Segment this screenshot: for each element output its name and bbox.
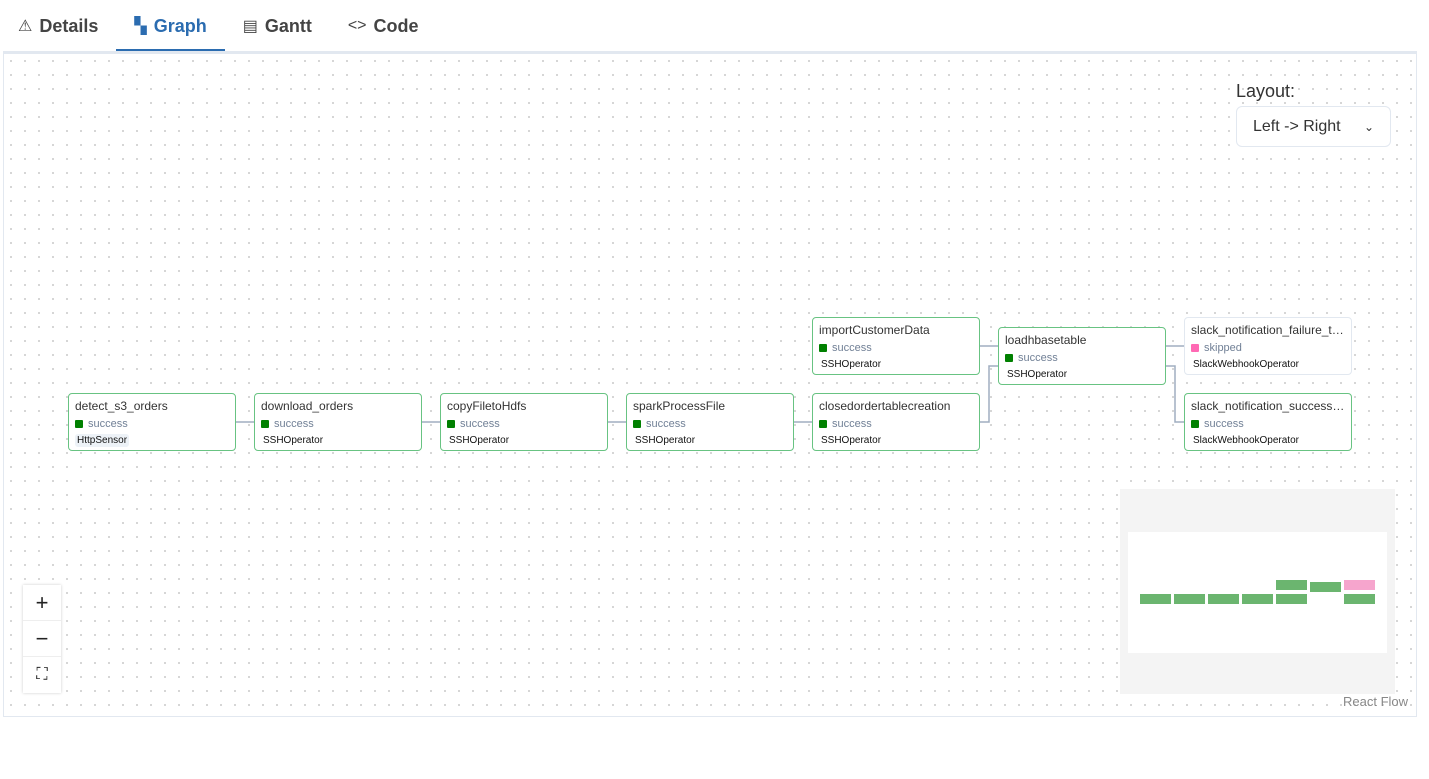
task-name: copyFiletoHdfs bbox=[447, 399, 527, 413]
fit-view-button[interactable]: ⛶ bbox=[23, 657, 61, 693]
operator-badge: SSHOperator bbox=[821, 435, 882, 446]
task-node[interactable]: detect_s3_orders success HttpSensor bbox=[68, 393, 236, 451]
minimap-node bbox=[1344, 580, 1376, 591]
task-name: slack_notification_failure_task bbox=[1191, 323, 1345, 337]
minimap-node bbox=[1140, 594, 1171, 604]
task-status: success bbox=[1191, 418, 1345, 430]
tab-graph[interactable]: ▚ Graph bbox=[116, 0, 226, 52]
status-square-icon bbox=[633, 420, 641, 428]
tab-details[interactable]: ⚠ Details bbox=[0, 0, 116, 52]
task-status: success bbox=[261, 418, 415, 430]
task-name: sparkProcessFile bbox=[633, 399, 726, 413]
task-status: success bbox=[1005, 352, 1159, 364]
operator-badge: SlackWebhookOperator bbox=[1193, 359, 1299, 370]
minimap-node bbox=[1208, 594, 1240, 604]
task-status: success bbox=[819, 418, 973, 430]
operator-badge: SSHOperator bbox=[1007, 369, 1068, 380]
task-name: slack_notification_success_... bbox=[1191, 399, 1345, 413]
minimap-node bbox=[1276, 594, 1308, 604]
task-status: success bbox=[75, 418, 229, 430]
operator-badge: SSHOperator bbox=[821, 359, 882, 370]
chevron-down-icon: ⌄ bbox=[1363, 119, 1374, 134]
minimap-viewport[interactable] bbox=[1128, 532, 1387, 653]
operator-badge: SSHOperator bbox=[635, 435, 696, 446]
status-square-icon bbox=[819, 344, 827, 352]
minimap-node bbox=[1344, 594, 1376, 604]
react-flow-attribution[interactable]: React Flow bbox=[1343, 694, 1408, 709]
task-name: closedordertablecreation bbox=[819, 399, 951, 413]
task-node[interactable]: slack_notification_failure_task skipped … bbox=[1184, 317, 1352, 375]
task-status: success bbox=[633, 418, 787, 430]
tab-gantt[interactable]: ▤ Gantt bbox=[225, 0, 330, 52]
status-square-icon bbox=[1191, 344, 1199, 352]
zoom-in-button[interactable]: + bbox=[23, 585, 61, 621]
zoom-controls: + − ⛶ bbox=[23, 585, 61, 693]
task-name: loadhbasetable bbox=[1005, 333, 1087, 347]
code-icon: <> bbox=[347, 17, 367, 34]
status-square-icon bbox=[75, 420, 83, 428]
task-name: importCustomerData bbox=[819, 323, 930, 337]
task-node[interactable]: importCustomerData success SSHOperator bbox=[812, 317, 980, 375]
tab-code[interactable]: <> Code bbox=[330, 0, 437, 52]
warning-triangle-icon: ⚠ bbox=[18, 18, 33, 35]
operator-badge: HttpSensor bbox=[75, 434, 130, 447]
task-node[interactable]: closedordertablecreation success SSHOper… bbox=[812, 393, 980, 451]
task-status: success bbox=[447, 418, 601, 430]
minimap-node bbox=[1174, 594, 1206, 604]
minimap-node bbox=[1310, 581, 1342, 592]
operator-badge: SSHOperator bbox=[449, 435, 510, 446]
task-status: success bbox=[819, 342, 973, 354]
task-name: detect_s3_orders bbox=[75, 399, 168, 413]
task-node[interactable]: copyFiletoHdfs success SSHOperator bbox=[440, 393, 608, 451]
task-node[interactable]: slack_notification_success_... success S… bbox=[1184, 393, 1352, 451]
gantt-icon: ▤ bbox=[242, 18, 258, 35]
task-node[interactable]: download_orders success SSHOperator bbox=[254, 393, 422, 451]
minimap-node bbox=[1276, 580, 1308, 591]
task-node[interactable]: loadhbasetable success SSHOperator bbox=[998, 327, 1166, 385]
operator-badge: SlackWebhookOperator bbox=[1193, 435, 1299, 446]
layout-select[interactable]: Left -> Right ⌄ bbox=[1236, 106, 1391, 147]
task-node[interactable]: sparkProcessFile success SSHOperator bbox=[626, 393, 794, 451]
task-name: download_orders bbox=[261, 399, 354, 413]
status-square-icon bbox=[447, 420, 455, 428]
minimap-node bbox=[1242, 594, 1274, 604]
operator-badge: SSHOperator bbox=[263, 435, 324, 446]
status-square-icon bbox=[1191, 420, 1199, 428]
status-square-icon bbox=[261, 420, 269, 428]
layout-label: Layout: bbox=[1236, 81, 1296, 101]
tab-bar: ⚠ Details ▚ Graph ▤ Gantt <> Code bbox=[0, 0, 1429, 52]
status-square-icon bbox=[1005, 354, 1013, 362]
zoom-out-button[interactable]: − bbox=[23, 621, 61, 657]
status-square-icon bbox=[819, 420, 827, 428]
task-status: skipped bbox=[1191, 342, 1345, 354]
graph-icon: ▚ bbox=[134, 18, 147, 35]
